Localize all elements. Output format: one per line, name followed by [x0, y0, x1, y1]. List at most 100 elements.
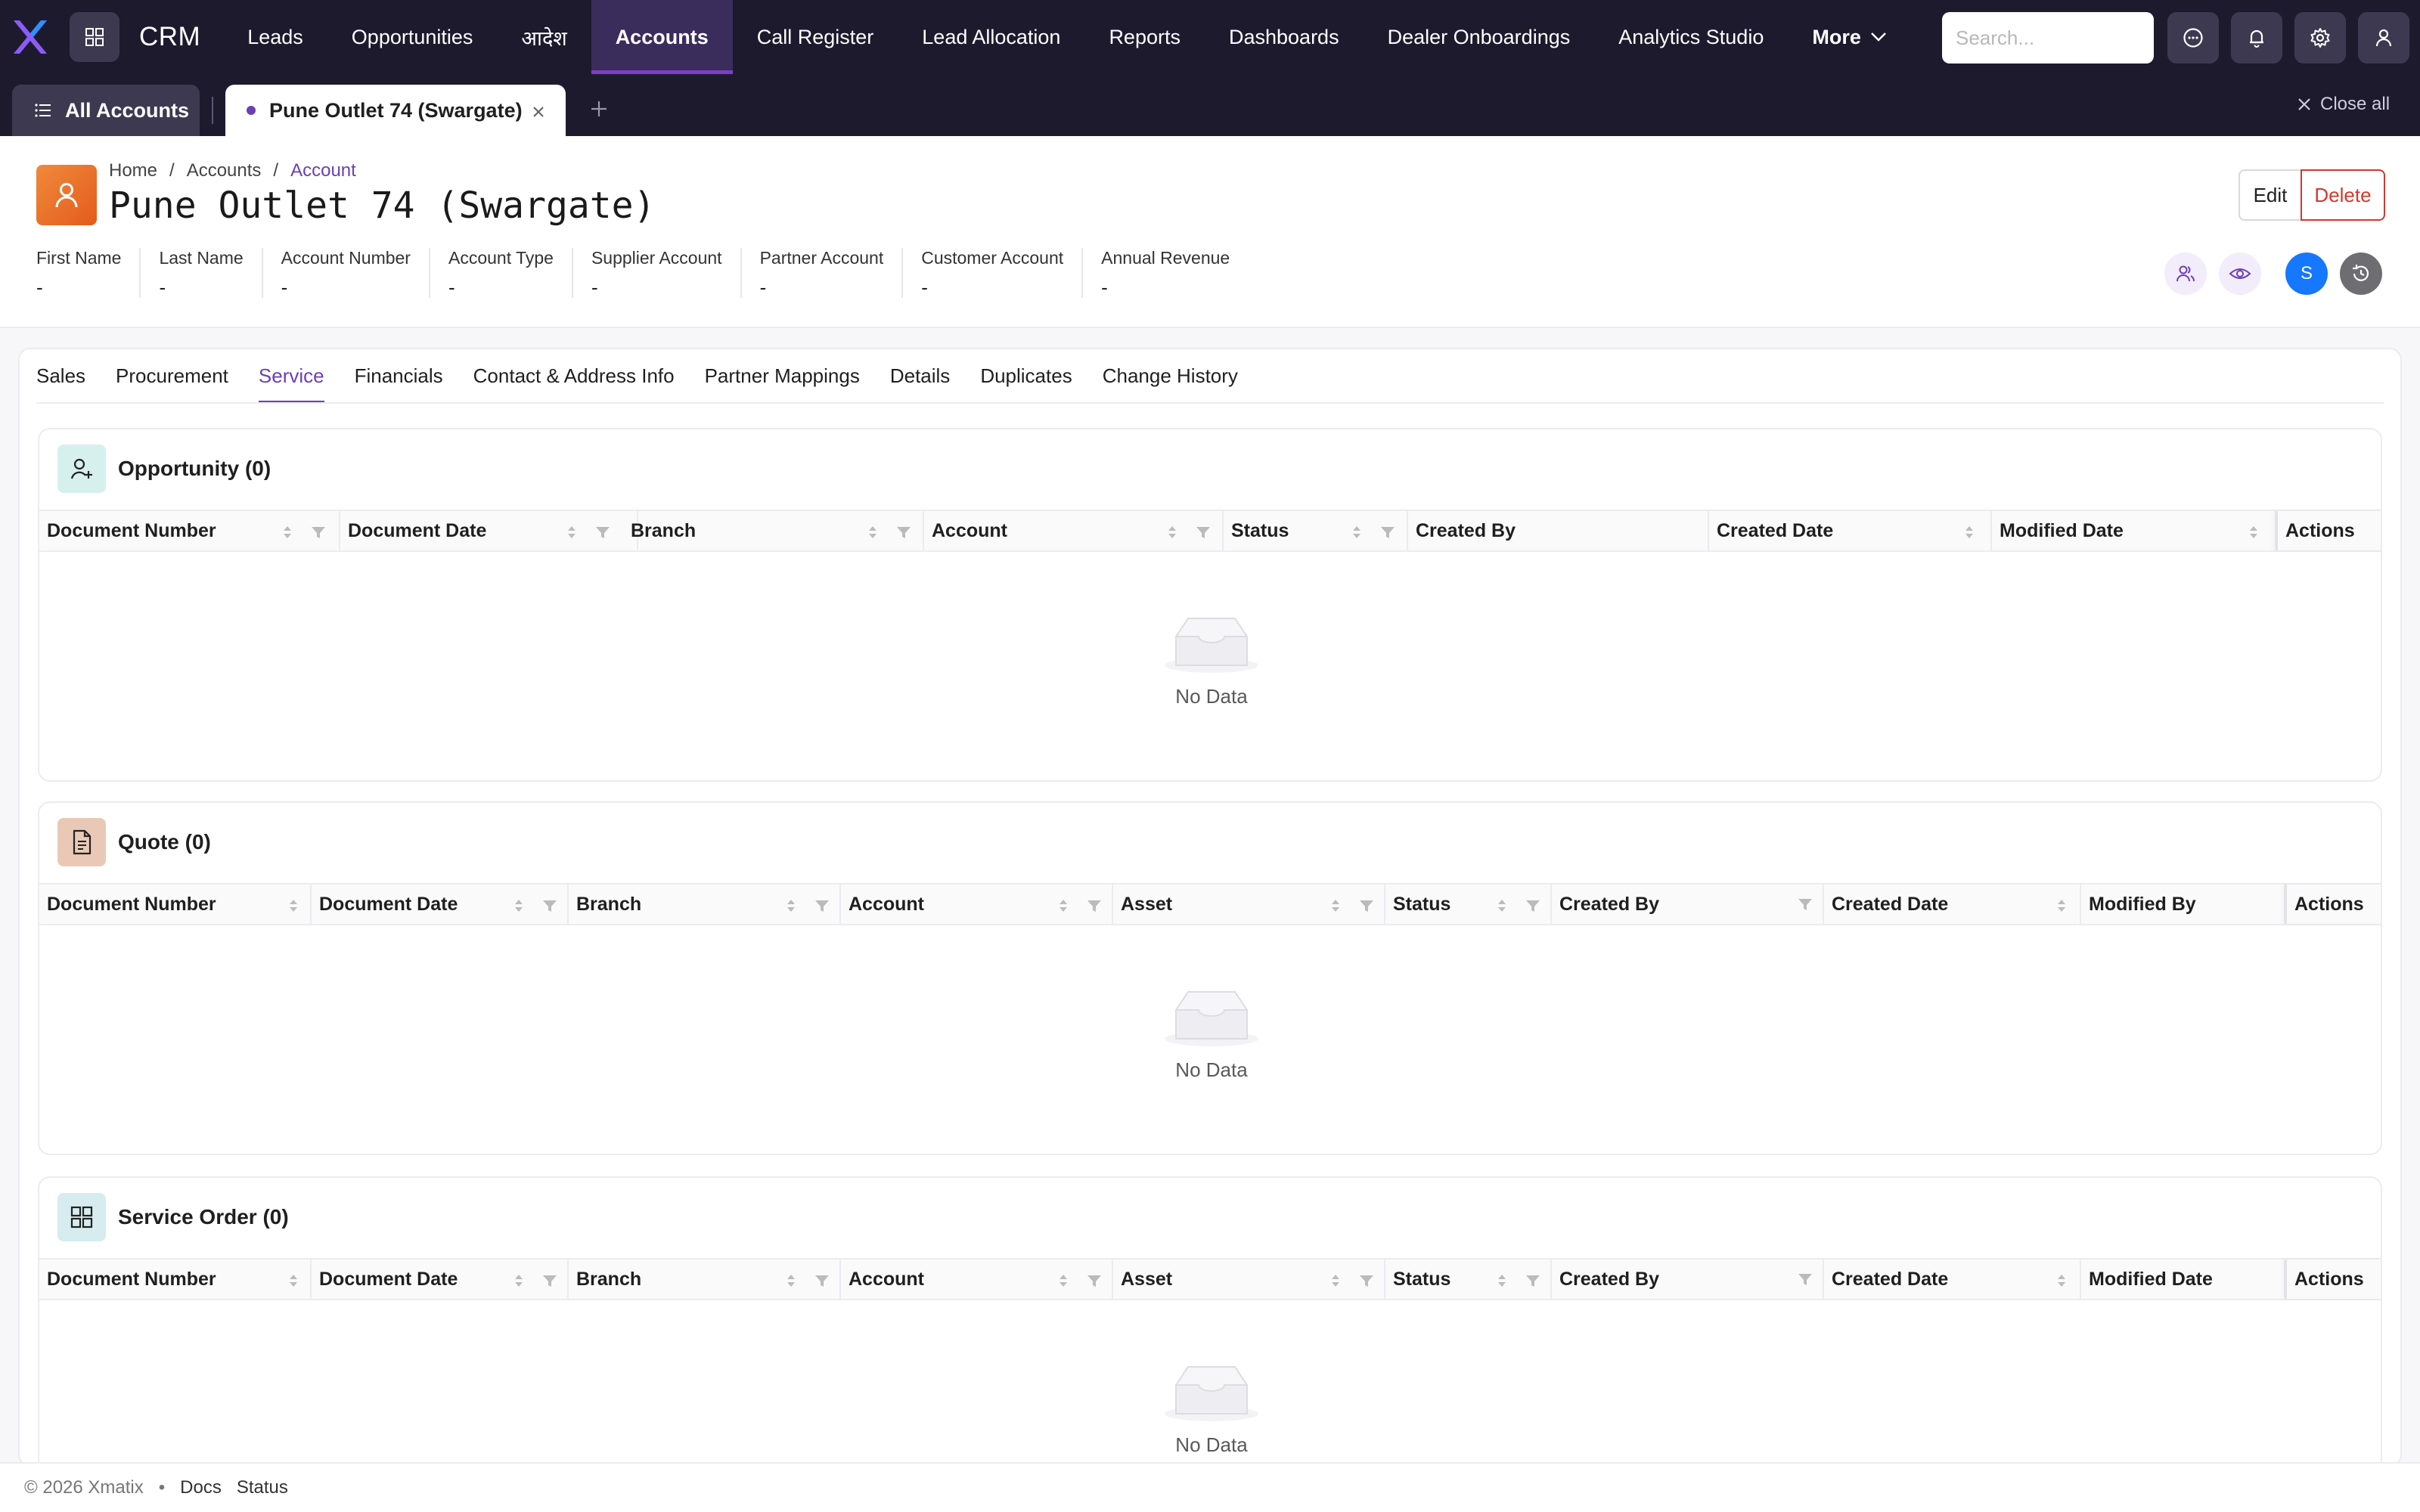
breadcrumb-home[interactable]: Home: [109, 160, 157, 181]
close-icon: [2298, 98, 2310, 110]
nav-item-reports[interactable]: Reports: [1084, 0, 1205, 74]
column-header[interactable]: Modified Date: [1992, 511, 2276, 550]
tab-partner-mappings[interactable]: Partner Mappings: [705, 361, 860, 404]
filter-icon[interactable]: [541, 898, 558, 913]
column-header[interactable]: Created By: [1408, 511, 1709, 550]
nav-item-dashboards[interactable]: Dashboards: [1205, 0, 1364, 74]
close-tab-button[interactable]: [531, 101, 546, 125]
apps-grid-button[interactable]: [70, 12, 119, 62]
filter-icon[interactable]: [541, 1273, 558, 1288]
add-tab-button[interactable]: [588, 98, 610, 123]
filter-icon[interactable]: [814, 898, 830, 913]
sort-icon[interactable]: [2055, 897, 2068, 915]
filter-icon[interactable]: [1525, 898, 1541, 913]
field-label: Customer Account: [921, 248, 1064, 268]
status-link[interactable]: Status: [237, 1477, 288, 1498]
notifications-button[interactable]: [2231, 12, 2282, 64]
filter-icon[interactable]: [1379, 525, 1396, 540]
filter-icon[interactable]: [1358, 898, 1375, 913]
nav-item-orders[interactable]: आदेश: [497, 0, 591, 74]
filter-icon[interactable]: [1086, 898, 1103, 913]
nav-item-dealer-onboardings[interactable]: Dealer Onboardings: [1364, 0, 1595, 74]
sort-icon[interactable]: [287, 1272, 299, 1290]
tab-procurement[interactable]: Procurement: [116, 361, 228, 404]
assign-user-button[interactable]: [2164, 253, 2207, 295]
section-icon-box: [57, 818, 106, 866]
filter-icon[interactable]: [1797, 1272, 1813, 1287]
sort-icon[interactable]: [287, 897, 299, 915]
tab-change-history[interactable]: Change History: [1103, 361, 1238, 404]
sort-icon[interactable]: [513, 897, 525, 915]
tab-service[interactable]: Service: [258, 361, 324, 404]
column-header[interactable]: Created By: [1552, 1259, 1824, 1299]
sort-icon[interactable]: [566, 523, 578, 541]
field-last-name: Last Name -: [159, 248, 263, 299]
chat-button[interactable]: [2167, 12, 2219, 64]
tab-duplicates[interactable]: Duplicates: [980, 361, 1072, 404]
filter-icon[interactable]: [594, 525, 611, 540]
sort-icon[interactable]: [867, 523, 879, 541]
delete-button[interactable]: Delete: [2301, 169, 2385, 221]
tab-all-accounts-label: All Accounts: [65, 98, 190, 122]
sort-icon[interactable]: [1329, 1272, 1342, 1290]
sort-icon[interactable]: [1496, 897, 1508, 915]
column-header[interactable]: Created Date: [1824, 1259, 2081, 1299]
settings-button[interactable]: [2294, 12, 2346, 64]
close-all-button[interactable]: Close all: [2296, 94, 2390, 115]
nav-item-accounts[interactable]: Accounts: [591, 0, 733, 74]
sort-icon[interactable]: [2055, 1272, 2068, 1290]
user-profile-button[interactable]: [2358, 12, 2409, 64]
docs-link[interactable]: Docs: [180, 1477, 222, 1498]
watch-button[interactable]: [2219, 253, 2261, 295]
filter-icon[interactable]: [1525, 1273, 1541, 1288]
column-header[interactable]: Created Date: [1709, 511, 1992, 550]
filter-icon[interactable]: [1086, 1273, 1103, 1288]
column-header[interactable]: Modified Date: [2081, 1259, 2285, 1299]
breadcrumb-accounts[interactable]: Accounts: [187, 160, 262, 181]
column-header[interactable]: Document Number: [39, 1259, 312, 1299]
nav-item-lead-allocation[interactable]: Lead Allocation: [898, 0, 1084, 74]
xmatix-logo-icon[interactable]: [11, 17, 50, 57]
filter-icon[interactable]: [1195, 525, 1212, 540]
nav-item-call-register[interactable]: Call Register: [733, 0, 898, 74]
sort-icon[interactable]: [281, 523, 293, 541]
edit-button[interactable]: Edit: [2238, 169, 2301, 221]
nav-more-label: More: [1812, 25, 1861, 48]
sort-icon[interactable]: [1057, 897, 1069, 915]
sort-icon[interactable]: [1351, 523, 1363, 541]
sort-icon[interactable]: [1496, 1272, 1508, 1290]
filter-icon[interactable]: [1797, 897, 1813, 912]
record-subtabs: Sales Procurement Service Financials Con…: [36, 361, 1238, 404]
tab-sales[interactable]: Sales: [36, 361, 85, 404]
nav-item-opportunities[interactable]: Opportunities: [327, 0, 498, 74]
column-header[interactable]: Created By: [1552, 885, 1824, 924]
filter-icon[interactable]: [310, 525, 327, 540]
column-header[interactable]: Modified By: [2081, 885, 2285, 924]
filter-icon[interactable]: [1358, 1273, 1375, 1288]
filter-icon[interactable]: [814, 1273, 830, 1288]
sort-icon[interactable]: [1329, 897, 1342, 915]
tab-details[interactable]: Details: [890, 361, 950, 404]
history-button[interactable]: [2340, 253, 2382, 295]
sort-icon[interactable]: [785, 1272, 797, 1290]
column-label: Account: [849, 893, 924, 915]
column-controls: [1166, 523, 1212, 541]
tab-all-accounts[interactable]: All Accounts: [12, 85, 200, 136]
nav-item-leads[interactable]: Leads: [223, 0, 327, 74]
sort-icon[interactable]: [1963, 523, 1975, 541]
sort-icon[interactable]: [513, 1272, 525, 1290]
tab-contact-address-info[interactable]: Contact & Address Info: [473, 361, 675, 404]
sort-icon[interactable]: [1166, 523, 1178, 541]
sort-icon[interactable]: [2248, 523, 2260, 541]
filter-icon[interactable]: [895, 525, 912, 540]
tab-account-document[interactable]: Pune Outlet 74 (Swargate): [225, 85, 566, 136]
search-input[interactable]: [1942, 12, 2154, 64]
tab-financials[interactable]: Financials: [355, 361, 443, 404]
sort-icon[interactable]: [1057, 1272, 1069, 1290]
owner-avatar[interactable]: S: [2285, 253, 2328, 295]
nav-more-menu[interactable]: More: [1788, 0, 1911, 74]
column-header[interactable]: Document Number: [39, 885, 312, 924]
column-header[interactable]: Created Date: [1824, 885, 2081, 924]
sort-icon[interactable]: [785, 897, 797, 915]
nav-item-analytics-studio[interactable]: Analytics Studio: [1594, 0, 1788, 74]
